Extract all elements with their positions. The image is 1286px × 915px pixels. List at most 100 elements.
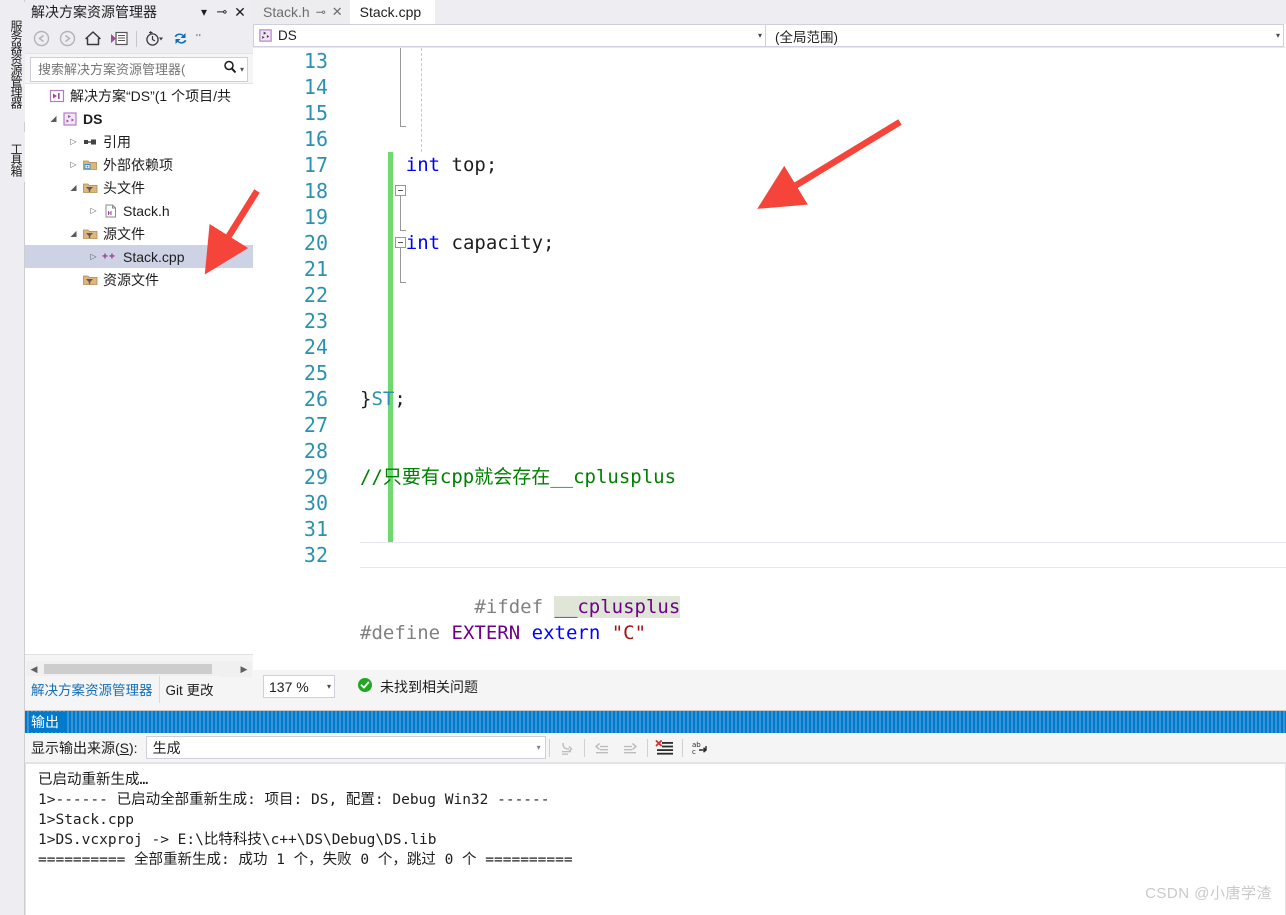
pin-icon[interactable]: ⊸ [213,3,231,21]
chevron-down-icon[interactable]: ▾ [195,3,213,21]
code-line-15[interactable] [360,308,1286,334]
tab-git-changes[interactable]: Git 更改 [158,676,220,703]
references-icon [80,134,100,150]
expander-icon[interactable]: ▷ [87,199,100,222]
tree-item-stack-h[interactable]: ▷ Stack.h [25,199,253,222]
cpp-file-icon [100,249,120,265]
expander-icon[interactable]: ▷ [67,153,80,176]
problems-status: 未找到相关问题 [357,677,478,697]
expander-icon[interactable]: ◢ [67,222,80,245]
solution-explorer-horizontal-scrollbar[interactable]: ◀ ▶ [26,661,252,677]
project-selector-value: DS [278,28,297,43]
filter-folder-icon [80,180,100,196]
scrollbar-thumb[interactable] [44,664,212,674]
code-line-18[interactable]: #ifdef __cplusplus [360,542,1286,618]
output-line: 1>DS.vcxproj -> E:\比特科技\c++\DS\Debug\DS.… [38,832,437,848]
scroll-right-icon[interactable]: ▶ [236,664,252,675]
project-icon [60,111,80,127]
tree-item-source-files-folder[interactable]: ◢ 源文件 [25,222,253,245]
solution-icon [47,88,67,104]
dock-tab-server-explorer[interactable]: 服务器资源管理器 [0,2,25,122]
line-number: 24 [303,335,328,359]
output-panel: 输出 显示输出来源(S): 生成 ▾ ab c 已启动重新生成… 1>-----… [25,710,1286,915]
expander-icon[interactable]: ▷ [87,245,100,268]
chevron-down-icon[interactable]: ▾ [327,682,331,691]
check-circle-icon [357,677,373,696]
code-line-14[interactable]: int capacity; [360,230,1286,256]
expander-icon[interactable]: ▷ [67,130,80,153]
line-number-gutter: 13 14 15 16 17 18 19 20 21 22 23 24 25 2… [253,48,338,670]
scrollbar-track[interactable] [42,661,236,677]
properties-window-icon[interactable] [107,28,131,50]
output-text-area[interactable]: 已启动重新生成… 1>------ 已启动全部重新生成: 项目: DS, 配置:… [25,763,1286,915]
tree-item-references[interactable]: ▷ 引用 [25,130,253,153]
editor-status-bar: 137 % ▾ 未找到相关问题 [253,670,1286,703]
output-panel-title-bar: 输出 [25,711,1286,733]
editor-tab-stack-h[interactable]: Stack.h ⊸ ✕ [253,0,350,24]
code-line-13[interactable]: int top; [360,152,1286,178]
dock-tab-toolbox[interactable]: 工具箱 [0,132,25,182]
search-dropdown-icon[interactable]: ▾ [240,65,244,74]
chevron-down-icon[interactable]: ▾ [1272,31,1280,40]
tree-item-external-dependencies[interactable]: ▷ 外部依赖项 [25,153,253,176]
scroll-left-icon[interactable]: ◀ [26,664,42,675]
line-number: 26 [303,387,328,411]
tree-item-label: DS [83,110,103,127]
previous-message-icon[interactable] [588,736,616,760]
tree-item-solution[interactable]: 解决方案“DS”(1 个项目/共 [25,84,253,107]
close-icon[interactable]: ✕ [332,4,343,20]
output-line: ========== 全部重新生成: 成功 1 个，失败 0 个，跳过 0 个 … [38,852,573,868]
code-editor-surface[interactable]: 13 14 15 16 17 18 19 20 21 22 23 24 25 2… [253,48,1286,670]
left-dock-strip: 服务器资源管理器 工具箱 [0,0,25,915]
tree-item-label: 解决方案“DS”(1 个项目/共 [70,87,231,104]
tree-item-label: 源文件 [103,225,145,242]
output-source-select[interactable]: 生成 ▾ [145,736,546,759]
tree-item-header-files-folder[interactable]: ◢ 头文件 [25,176,253,199]
tree-item-project-ds[interactable]: ◢ DS [25,107,253,130]
toolbar-overflow-icon[interactable]: '' [196,33,202,44]
line-number: 19 [303,205,328,229]
tab-solution-explorer[interactable]: 解决方案资源管理器 [25,676,159,703]
code-line-19[interactable]: #define EXTERN extern "C" [360,620,1286,646]
tree-item-label: 引用 [103,133,131,150]
code-text-area[interactable]: int top; int capacity; }ST; //只要有cpp就会存在… [360,48,1286,670]
output-line: 已启动重新生成… [38,772,149,788]
go-to-message-icon[interactable] [553,736,581,760]
zoom-level-selector[interactable]: 137 % ▾ [263,675,335,698]
back-arrow-icon[interactable] [29,28,53,50]
editor-panel: Stack.h ⊸ ✕ Stack.cpp DS ▾ (全局范围) ▾ 13 1… [253,0,1286,703]
chevron-down-icon[interactable]: ▾ [754,31,762,40]
tree-item-stack-cpp[interactable]: ▷ Stack.cpp [25,245,253,268]
output-panel-toolbar: 显示输出来源(S): 生成 ▾ ab c [25,733,1286,763]
code-line-16[interactable]: }ST; [360,386,1286,412]
expander-icon[interactable]: ◢ [47,107,60,130]
line-number: 22 [303,283,328,307]
project-selector[interactable]: DS ▾ [253,24,766,47]
clear-all-icon[interactable] [651,736,679,760]
line-number: 18 [303,179,328,203]
line-number: 27 [303,413,328,437]
tree-item-resource-files-folder[interactable]: 资源文件 [25,268,253,291]
chevron-down-icon[interactable]: ▾ [537,743,541,752]
line-number: 32 [303,543,328,567]
line-number: 16 [303,127,328,151]
expander-icon[interactable]: ◢ [67,176,80,199]
toolbar-separator [548,738,550,757]
close-icon[interactable]: ✕ [231,3,249,21]
tree-item-label: 头文件 [103,179,145,196]
editor-tab-stack-cpp[interactable]: Stack.cpp [349,0,436,24]
search-box[interactable]: ▾ [30,57,248,82]
pending-changes-filter-icon[interactable] [142,28,166,50]
line-number: 21 [303,257,328,281]
forward-arrow-icon[interactable] [55,28,79,50]
refresh-icon[interactable] [168,28,192,50]
output-line: 1>------ 已启动全部重新生成: 项目: DS, 配置: Debug Wi… [38,792,550,808]
next-message-icon[interactable] [616,736,644,760]
scope-selector[interactable]: (全局范围) ▾ [766,24,1284,47]
toggle-word-wrap-icon[interactable]: ab c [686,736,714,760]
editor-tab-strip: Stack.h ⊸ ✕ Stack.cpp [253,0,1286,24]
search-input[interactable] [36,61,221,78]
pin-icon[interactable]: ⊸ [316,5,326,19]
code-line-17[interactable]: //只要有cpp就会存在__cplusplus [360,464,1286,490]
home-icon[interactable] [81,28,105,50]
